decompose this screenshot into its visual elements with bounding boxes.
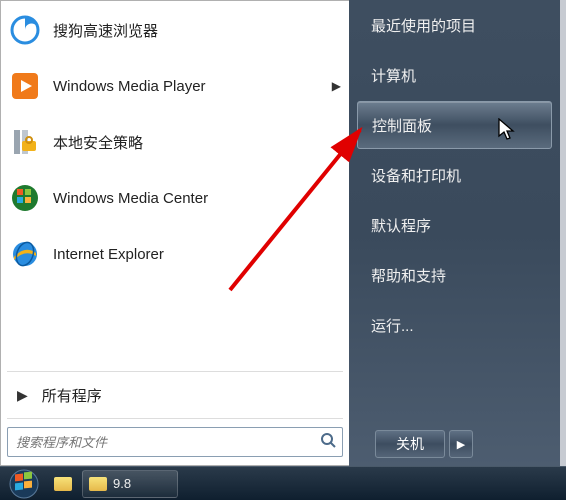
program-label: 本地安全策略: [53, 132, 341, 153]
folder-icon: [54, 477, 72, 491]
program-item-sogou[interactable]: 搜狗高速浏览器: [1, 2, 349, 58]
right-item-help-support[interactable]: 帮助和支持: [357, 251, 552, 299]
right-item-label: 计算机: [371, 65, 416, 86]
taskbar-item-label: 9.8: [113, 476, 131, 491]
policy-icon: [9, 126, 41, 158]
search-input[interactable]: [8, 435, 314, 450]
shutdown-options-button[interactable]: ▶: [449, 430, 473, 458]
start-menu-left-panel: 搜狗高速浏览器 Windows Media Player ▶: [0, 0, 349, 466]
all-programs-button[interactable]: ▶ 所有程序: [1, 374, 349, 416]
search-box-wrap: [1, 421, 349, 465]
right-item-label: 控制面板: [372, 115, 432, 136]
right-item-run[interactable]: 运行...: [357, 301, 552, 349]
wmp-icon: [9, 70, 41, 102]
ie-icon: [9, 238, 41, 270]
right-item-recent[interactable]: 最近使用的项目: [357, 1, 552, 49]
start-button[interactable]: [4, 469, 44, 499]
program-item-wmc[interactable]: Windows Media Center: [1, 170, 349, 226]
right-item-label: 帮助和支持: [371, 265, 446, 286]
start-menu-panel: 搜狗高速浏览器 Windows Media Player ▶: [0, 0, 560, 466]
program-item-wmp[interactable]: Windows Media Player ▶: [1, 58, 349, 114]
separator: [7, 371, 343, 372]
right-item-label: 默认程序: [371, 215, 431, 236]
program-item-ie[interactable]: Internet Explorer: [1, 226, 349, 282]
program-label: Windows Media Player: [53, 78, 332, 95]
taskbar-running-item[interactable]: 9.8: [82, 470, 178, 498]
shutdown-row: 关机 ▶: [357, 430, 552, 458]
arrow-right-icon: ▶: [17, 387, 28, 404]
program-item-local-security-policy[interactable]: 本地安全策略: [1, 114, 349, 170]
start-menu-right-panel: 最近使用的项目 计算机 控制面板 设备和打印机 默认程序 帮助和支持 运行...…: [349, 0, 560, 466]
program-label: Windows Media Center: [53, 190, 341, 207]
right-item-default-programs[interactable]: 默认程序: [357, 201, 552, 249]
shutdown-button[interactable]: 关机: [375, 430, 445, 458]
spacer: [357, 350, 552, 430]
all-programs-label: 所有程序: [42, 385, 102, 406]
program-label: 搜狗高速浏览器: [53, 20, 341, 41]
right-item-control-panel[interactable]: 控制面板: [357, 101, 552, 149]
right-item-label: 运行...: [371, 315, 414, 336]
sogou-icon: [9, 14, 41, 46]
search-icon: [314, 432, 342, 453]
program-list: 搜狗高速浏览器 Windows Media Player ▶: [1, 1, 349, 369]
folder-icon: [89, 477, 107, 491]
right-item-label: 设备和打印机: [371, 165, 461, 186]
window-edge: [560, 0, 566, 466]
right-item-devices-printers[interactable]: 设备和打印机: [357, 151, 552, 199]
right-item-label: 最近使用的项目: [371, 15, 476, 36]
shutdown-label: 关机: [396, 434, 424, 454]
taskbar-pinned-explorer[interactable]: [48, 470, 78, 498]
submenu-arrow-icon: ▶: [332, 79, 341, 93]
taskbar: 9.8: [0, 466, 566, 500]
separator: [7, 418, 343, 419]
right-item-computer[interactable]: 计算机: [357, 51, 552, 99]
search-box[interactable]: [7, 427, 343, 457]
chevron-right-icon: ▶: [457, 438, 465, 451]
wmc-icon: [9, 182, 41, 214]
program-label: Internet Explorer: [53, 246, 341, 263]
